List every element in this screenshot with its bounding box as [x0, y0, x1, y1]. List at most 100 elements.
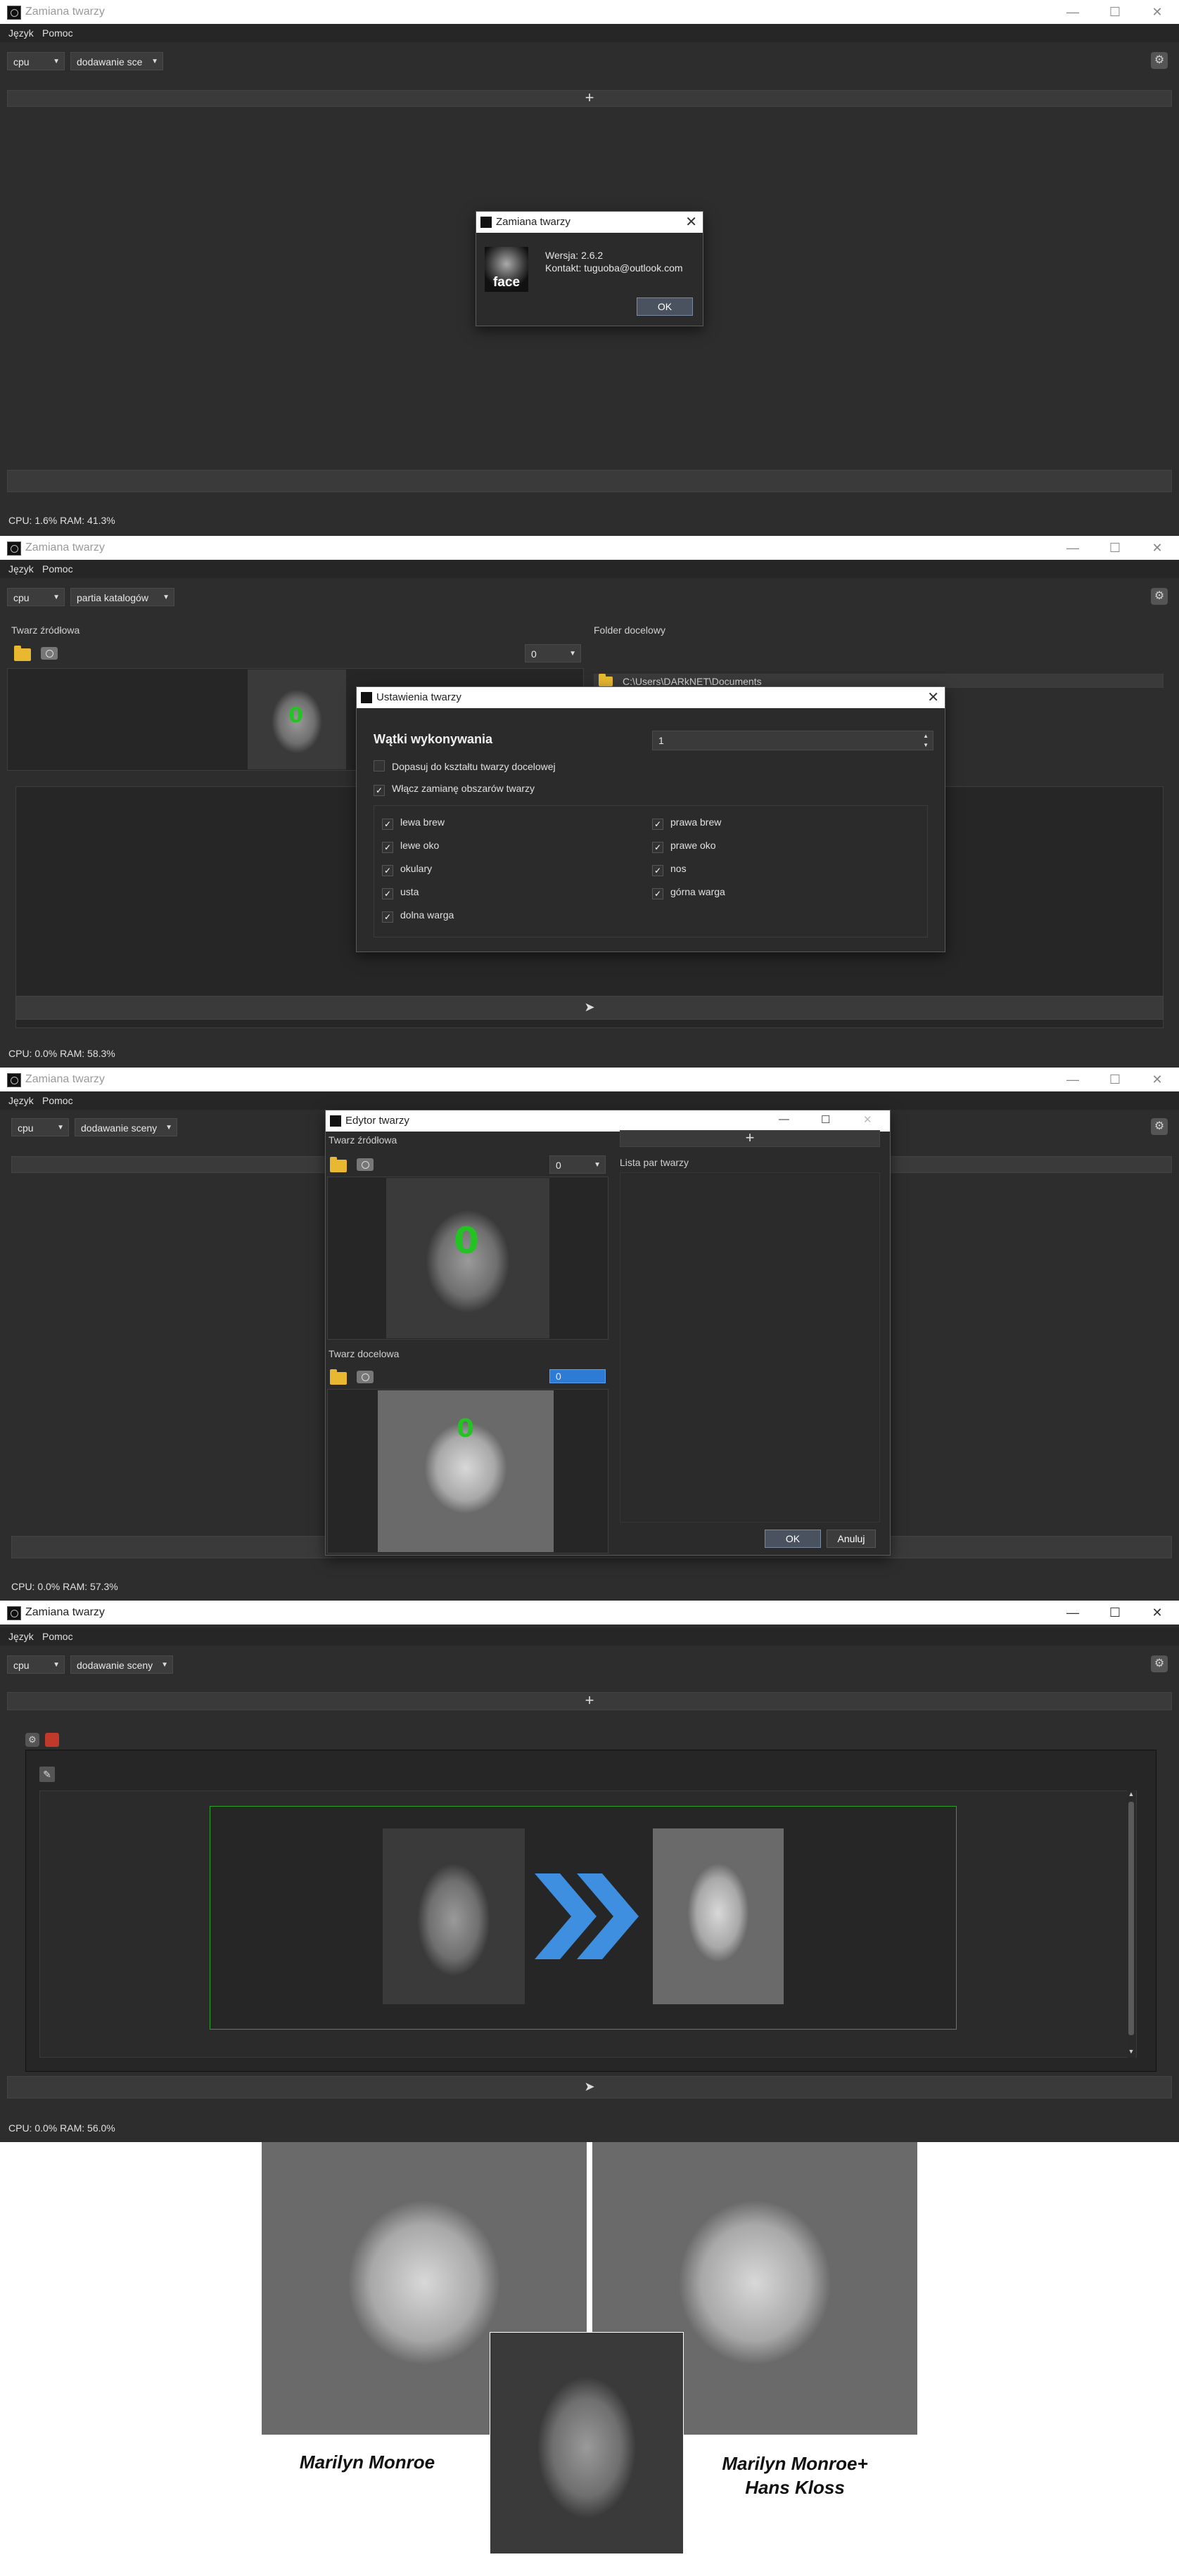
gear-icon[interactable]: ⚙ [1151, 1118, 1168, 1135]
title-bar: Zamiana twarzy — ☐ ✕ [0, 0, 1179, 24]
camera-icon[interactable] [357, 1371, 374, 1383]
face-index-select[interactable]: 0 ▼ [525, 644, 581, 662]
region-checkbox[interactable]: ✓ prawe oko [652, 840, 716, 853]
camera-icon[interactable] [41, 647, 58, 660]
target-index-value: 0 [556, 1371, 561, 1382]
threads-spinbox[interactable]: 1 ▲ ▼ [652, 731, 933, 750]
target-path: C:\Users\DARkNET\Documents [623, 676, 762, 687]
maximize-button[interactable]: ☐ [1106, 1070, 1124, 1089]
mode-value: partia katalogów [77, 592, 148, 603]
spin-arrows-icon[interactable]: ▲ ▼ [923, 731, 929, 750]
ok-button[interactable]: OK [765, 1530, 821, 1548]
mode-select[interactable]: partia katalogów ▼ [70, 588, 174, 606]
device-select[interactable]: cpu ▼ [7, 52, 65, 70]
minimize-button[interactable]: — [779, 1113, 789, 1125]
menu-help[interactable]: Pomoc [42, 27, 73, 39]
threads-value: 1 [658, 735, 664, 746]
folder-icon[interactable] [599, 674, 613, 686]
close-button[interactable]: ✕ [1148, 3, 1166, 21]
add-scene-button[interactable]: + [7, 1692, 1172, 1710]
close-button[interactable]: ✕ [1148, 539, 1166, 557]
close-icon[interactable]: ✕ [927, 688, 939, 706]
fit-shape-checkbox[interactable]: Dopasuj do kształtu twarzy docelowej [374, 760, 556, 772]
minimize-button[interactable]: — [1064, 539, 1082, 557]
scroll-up-icon[interactable]: ▲ [1127, 1790, 1135, 1799]
menu-language[interactable]: Język [8, 563, 34, 575]
region-checkbox[interactable]: ✓ okulary [382, 863, 432, 876]
region-checkbox[interactable]: ✓ dolna warga [382, 909, 454, 923]
app-logo-icon [330, 1115, 341, 1127]
run-button[interactable]: ➤ [15, 996, 1164, 1020]
scene-settings-icon[interactable]: ⚙ [25, 1733, 39, 1747]
mode-select[interactable]: dodawanie sceny ▼ [75, 1118, 177, 1136]
scrollbar[interactable]: ▲ ▼ [1127, 1790, 1135, 2058]
region-checkbox[interactable]: ✓ prawa brew [652, 816, 721, 830]
menu-help[interactable]: Pomoc [42, 1631, 73, 1642]
face-index-select[interactable]: 0 ▼ [549, 1155, 606, 1174]
plus-icon: + [585, 89, 594, 106]
add-pair-button[interactable]: + [620, 1130, 880, 1147]
menu-help[interactable]: Pomoc [42, 563, 73, 575]
gear-icon[interactable]: ⚙ [1151, 52, 1168, 69]
close-button[interactable]: ✕ [1148, 1070, 1166, 1089]
close-button[interactable]: ✕ [863, 1113, 872, 1126]
device-select[interactable]: cpu ▼ [11, 1118, 69, 1136]
folder-icon[interactable] [14, 646, 31, 661]
app-logo-icon [361, 692, 372, 703]
ok-button[interactable]: OK [637, 297, 693, 316]
version-text: Wersja: 2.6.2 [545, 250, 604, 261]
region-checkbox[interactable]: ✓ górna warga [652, 886, 725, 899]
maximize-button[interactable]: ☐ [1106, 539, 1124, 557]
app-logo-icon [7, 542, 21, 556]
region-label: usta [400, 886, 419, 897]
menu-language[interactable]: Język [8, 1631, 34, 1642]
maximize-button[interactable]: ☐ [1106, 1603, 1124, 1622]
resource-status: CPU: 0.0% RAM: 56.0% [8, 2122, 115, 2134]
resource-status: CPU: 0.0% RAM: 57.3% [11, 1581, 118, 1592]
checkbox-box: ✓ [652, 888, 663, 899]
region-checkbox[interactable]: ✓ usta [382, 886, 419, 899]
mode-select[interactable]: dodawanie sce ▼ [70, 52, 163, 70]
close-icon[interactable]: ✕ [685, 213, 697, 231]
menu-language[interactable]: Język [8, 1095, 34, 1106]
device-select[interactable]: cpu ▼ [7, 588, 65, 606]
menu-help[interactable]: Pomoc [42, 1095, 73, 1106]
folder-icon[interactable] [330, 1157, 347, 1172]
face-editor-dialog: Edytor twarzy — ☐ ✕ Twarz źródłowa 0 ▼ 0 … [325, 1110, 891, 1556]
title-bar: Zamiana twarzy — ☐ ✕ [0, 1601, 1179, 1625]
cancel-button[interactable]: Anuluj [827, 1530, 876, 1548]
menu-language[interactable]: Język [8, 27, 34, 39]
run-button[interactable]: ➤ [7, 2076, 1172, 2098]
pairs-list-label: Lista par twarzy [620, 1157, 689, 1168]
scroll-thumb[interactable] [1128, 1802, 1134, 2035]
pairs-list[interactable] [620, 1172, 880, 1523]
checkbox-box: ✓ [652, 865, 663, 876]
edit-icon[interactable]: ✎ [39, 1767, 55, 1782]
run-bar[interactable] [7, 470, 1172, 492]
trash-icon[interactable] [45, 1733, 59, 1747]
minimize-button[interactable]: — [1064, 3, 1082, 21]
enable-regions-checkbox[interactable]: ✓ Włącz zamianę obszarów twarzy [374, 783, 535, 796]
gear-icon[interactable]: ⚙ [1151, 588, 1168, 605]
minimize-button[interactable]: — [1064, 1070, 1082, 1089]
minimize-button[interactable]: — [1064, 1603, 1082, 1622]
maximize-button[interactable]: ☐ [1106, 3, 1124, 21]
target-index-select[interactable]: 0 [549, 1369, 606, 1383]
app-logo: face [485, 247, 528, 292]
scroll-down-icon[interactable]: ▼ [1127, 2048, 1135, 2056]
add-scene-button[interactable]: + [7, 90, 1172, 107]
folder-icon[interactable] [330, 1369, 347, 1385]
device-value: cpu [18, 1122, 34, 1134]
mode-select[interactable]: dodawanie sceny ▼ [70, 1655, 173, 1674]
regions-group [374, 805, 928, 937]
maximize-button[interactable]: ☐ [821, 1113, 830, 1126]
camera-icon[interactable] [357, 1158, 374, 1171]
region-checkbox[interactable]: ✓ lewa brew [382, 816, 445, 830]
region-checkbox[interactable]: ✓ lewe oko [382, 840, 439, 853]
device-select[interactable]: cpu ▼ [7, 1655, 65, 1674]
app-window-2: Zamiana twarzy — ☐ ✕ Język Pomoc cpu ▼ pa… [0, 536, 1179, 1068]
region-checkbox[interactable]: ✓ nos [652, 863, 687, 876]
close-button[interactable]: ✕ [1148, 1603, 1166, 1622]
checkbox-box: ✓ [382, 819, 393, 830]
gear-icon[interactable]: ⚙ [1151, 1655, 1168, 1672]
